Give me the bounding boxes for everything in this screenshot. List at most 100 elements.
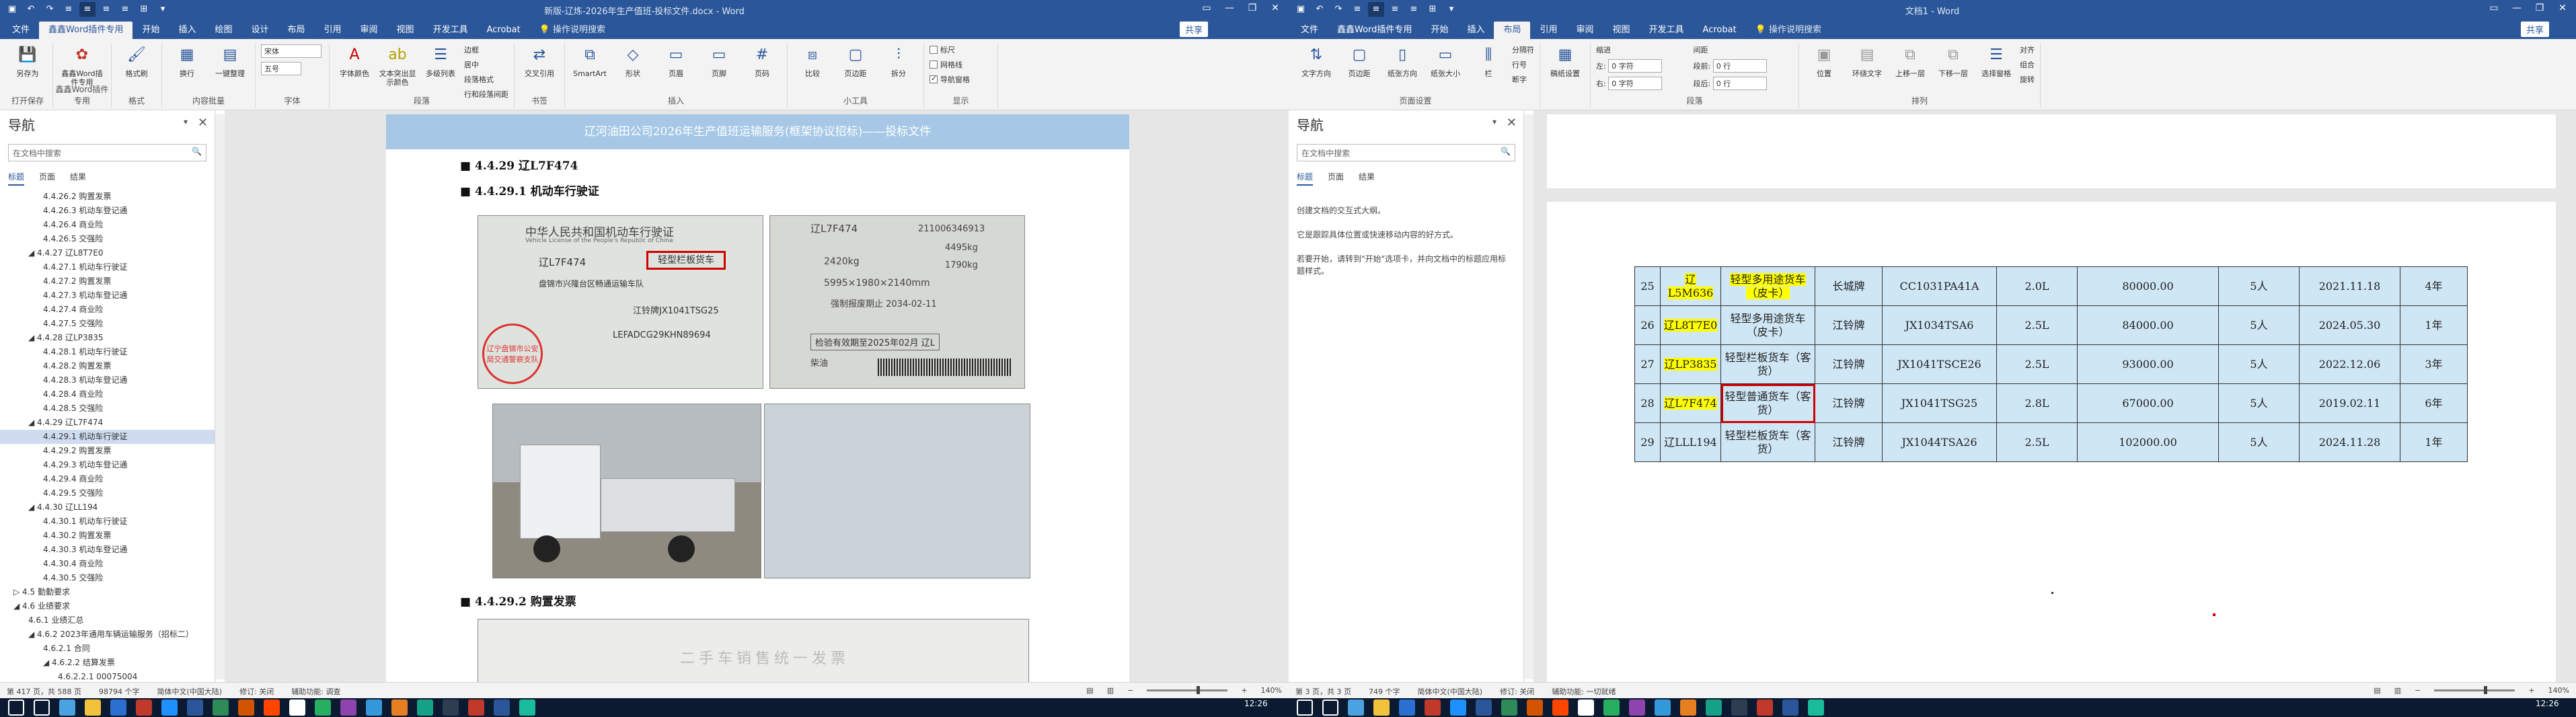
input-language[interactable]: 简体中文(中国大陆) [1417,686,1482,697]
nav-heading-item[interactable]: 4.4.26.4 商业险 [0,218,215,232]
focus-icon[interactable]: ▤ [2374,686,2380,695]
ribbon-display-icon[interactable]: ▭ [1199,3,1215,13]
tab-view[interactable]: 视图 [387,22,424,39]
cell-price[interactable]: 93000.00 [2077,344,2219,384]
minimize-icon[interactable]: — [1221,3,1238,13]
read-mode-icon[interactable]: ▥ [2394,686,2401,695]
app-icon[interactable] [1450,700,1466,716]
zoom-slider[interactable] [1147,686,1228,694]
nav-scrollbar[interactable] [215,114,225,679]
nav-heading-item[interactable]: ◢ 4.4.30 辽LL194 [0,500,215,515]
cell-disp[interactable]: 2.5L [1996,305,2078,345]
chevron-down-icon[interactable]: ▾ [1492,117,1497,126]
focus-icon[interactable]: ▤ [1086,686,1093,695]
tab-layout[interactable]: 布局 [1494,22,1531,39]
edge-icon[interactable] [110,700,126,716]
nav-heading-item[interactable]: ◢ 4.4.29 辽L7F474 [0,416,215,430]
nav-heading-item[interactable]: 4.4.30.3 机动车登记通 [0,543,215,557]
task-view-icon[interactable] [59,700,75,716]
app-icon[interactable] [1552,700,1568,716]
word-count[interactable]: 98794 个字 [99,686,140,697]
page-count[interactable]: 第 417 页，共 588 页 [7,686,81,697]
nav-heading-item[interactable]: 4.6.2.2.1 00075004 [0,670,215,682]
cell-model[interactable]: JX1044TSA26 [1882,422,1997,462]
app-icon[interactable] [136,700,152,716]
cell-date[interactable]: 2021.11.18 [2299,266,2400,306]
app-icon[interactable] [1680,700,1696,716]
clock-left[interactable]: 12:26 [1244,700,1268,708]
cell-brand[interactable]: 江铃牌 [1815,344,1883,384]
app-icon[interactable] [1706,700,1722,716]
cell-no[interactable]: 29 [1634,422,1661,462]
word-icon[interactable] [187,700,203,716]
cell-plate[interactable]: 辽LLL194 [1660,422,1721,462]
app-icon[interactable] [468,700,484,716]
search-icon[interactable] [1322,700,1338,716]
nav-heading-item[interactable]: 4.6.2.1 合同 [0,642,215,656]
cell-seats[interactable]: 5人 [2218,383,2300,423]
tell-me-search[interactable]: 💡 操作说明搜索 [1746,22,1831,39]
edge-icon[interactable] [1399,700,1415,716]
nav-heading-item[interactable]: 4.4.28.1 机动车行驶证 [0,345,215,359]
zoom-out-icon[interactable]: − [2415,686,2421,695]
tab-insert[interactable]: 插入 [1457,22,1494,39]
restore-icon[interactable]: ❐ [2532,3,2548,13]
cell-price[interactable]: 84000.00 [2077,305,2219,345]
app-icon[interactable] [1655,700,1671,716]
cell-disp[interactable]: 2.8L [1996,383,2078,423]
nav-heading-item[interactable]: 4.6.1 业绩汇总 [0,613,215,628]
close-icon[interactable]: ✕ [2554,3,2571,13]
nav-heading-item[interactable]: 4.4.29.5 交强险 [0,486,215,500]
app-icon[interactable] [1603,700,1620,716]
search-icon[interactable]: 🔍 [192,147,202,156]
cell-years[interactable]: 6年 [2400,383,2468,423]
nav-heading-item[interactable]: 4.4.30.4 商业险 [0,557,215,571]
cell-model[interactable]: CC1031PA41A [1882,266,1997,306]
cell-seats[interactable]: 5人 [2218,305,2300,345]
nav-heading-item[interactable]: ▷ 4.5 勤勤要求 [0,585,215,599]
app-icon[interactable] [264,700,280,716]
tab-developer[interactable]: 开发工具 [424,22,478,39]
tab-home[interactable]: 开始 [1421,22,1457,39]
para-format-button[interactable]: 段落格式 [464,74,508,85]
search-icon[interactable] [34,700,50,716]
wechat-icon[interactable] [213,700,229,716]
app-icon[interactable] [238,700,254,716]
tab-home[interactable]: 开始 [132,22,169,39]
task-view-icon[interactable] [1348,700,1364,716]
nav-heading-item[interactable]: ◢ 4.4.27 辽L8T7E0 [0,246,215,260]
folder-icon[interactable] [1373,700,1390,716]
tab-xinxin-plugin[interactable]: 鑫鑫Word插件专用 [39,22,133,39]
wechat-icon[interactable] [1501,700,1517,716]
nav-heading-item[interactable]: 4.4.29.3 机动车登记通 [0,458,215,472]
tab-acrobat[interactable]: Acrobat [478,22,530,39]
ribbon-display-icon[interactable]: ▭ [2486,3,2502,13]
nav-search-input[interactable]: 在文档中搜索 🔍 [8,144,206,161]
nav-heading-item[interactable]: 4.4.28.4 商业险 [0,387,215,402]
tab-references[interactable]: 引用 [315,22,351,39]
rotate-button[interactable]: 旋转 [2020,74,2035,85]
cell-brand[interactable]: 江铃牌 [1815,305,1883,345]
tab-xinxin-plugin[interactable]: 鑫鑫Word插件专用 [1328,22,1421,39]
page-count[interactable]: 第 3 页，共 3 页 [1295,686,1351,697]
cell-no[interactable]: 25 [1634,266,1661,306]
accessibility-status[interactable]: 辅助功能: 调查 [291,686,340,697]
minimize-icon[interactable]: — [2509,3,2525,13]
close-icon[interactable]: ✕ [1267,3,1283,13]
nav-heading-item[interactable]: ◢ 4.6.2 2023年通用车辆运输服务（招标二） [0,628,215,642]
app-icon[interactable] [417,700,433,716]
tab-file[interactable]: 文件 [1291,22,1328,39]
app-icon[interactable] [289,700,305,716]
center-button[interactable]: 居中 [464,59,508,70]
tab-insert[interactable]: 插入 [169,22,205,39]
nav-heading-item[interactable]: 4.4.28.3 机动车登记通 [0,373,215,387]
nav-search-input[interactable]: 在文档中搜索 🔍 [1297,144,1515,161]
cell-type[interactable]: 轻型栏板货车（客货） [1720,344,1815,384]
track-changes[interactable]: 修订: 关闭 [1500,686,1534,697]
cell-years[interactable]: 1年 [2400,422,2468,462]
breaks-button[interactable]: 分隔符 [1512,44,1534,55]
tab-results[interactable]: 结果 [1359,171,1375,186]
nav-heading-item[interactable]: 4.4.29.1 机动车行驶证 [0,430,215,444]
clock-right[interactable]: 12:26 [2536,700,2559,708]
cell-date[interactable]: 2022.12.06 [2299,344,2400,384]
